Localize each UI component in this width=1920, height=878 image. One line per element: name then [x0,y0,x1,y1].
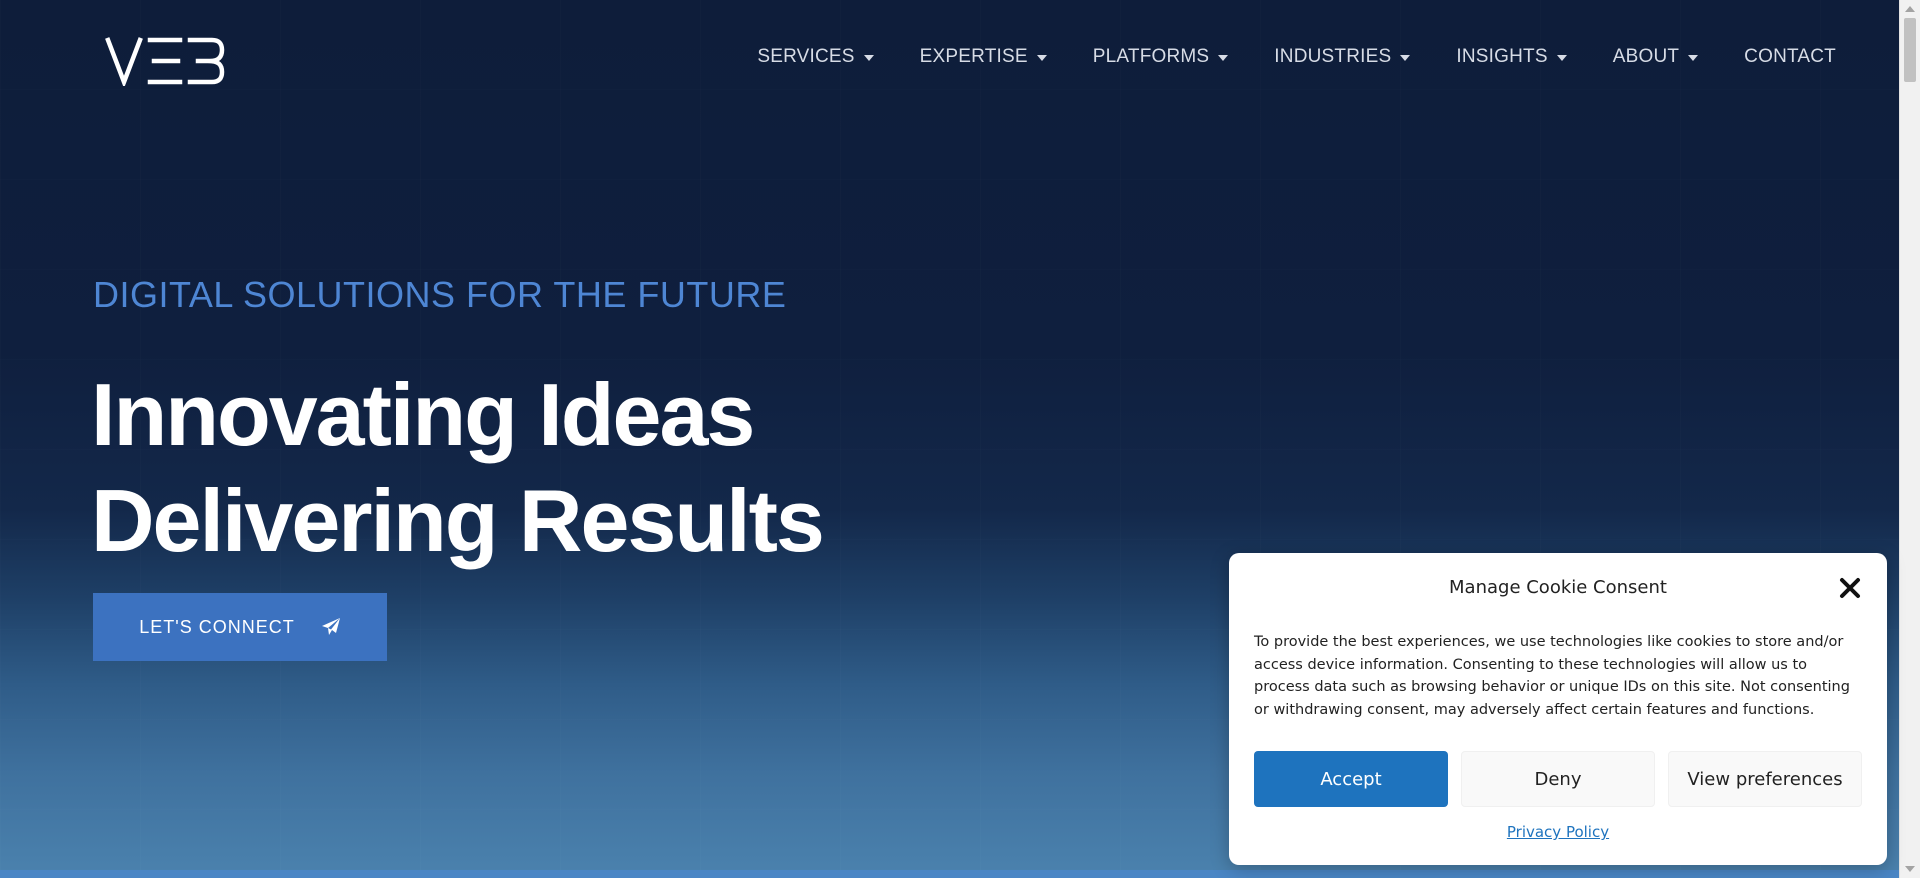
cookie-button-group: Accept Deny View preferences [1254,751,1862,807]
cookie-dialog-title: Manage Cookie Consent [1449,577,1667,598]
site-logo[interactable] [104,36,226,89]
hero-headline: Innovating Ideas Delivering Results [91,362,825,574]
nav-item-industries[interactable]: INDUSTRIES [1274,46,1411,68]
bottom-accent-strip [0,870,1900,878]
nav-item-about[interactable]: ABOUT [1612,46,1699,68]
view-preferences-button[interactable]: View preferences [1668,751,1862,807]
headline-line-1: Innovating Ideas [91,365,755,464]
page-scrollbar[interactable] [1899,0,1920,878]
nav-item-contact[interactable]: CONTACT [1744,46,1836,68]
scrollbar-thumb[interactable] [1904,18,1916,82]
nav-item-platforms[interactable]: PLATFORMS [1093,46,1229,68]
caret-down-icon [863,54,874,61]
headline-line-2: Delivering Results [91,471,825,570]
hero-eyebrow: DIGITAL SOLUTIONS FOR THE FUTURE [93,274,787,315]
nav-item-expertise[interactable]: EXPERTISE [920,46,1047,68]
cta-label: LET'S CONNECT [139,616,295,637]
caret-down-icon [1036,54,1047,61]
nav-item-insights[interactable]: INSIGHTS [1456,46,1567,68]
caret-down-icon [1556,54,1567,61]
scroll-down-icon[interactable] [1905,866,1915,872]
deny-button[interactable]: Deny [1461,751,1655,807]
nav-item-label: ABOUT [1612,46,1680,67]
nav-item-label: INSIGHTS [1456,46,1548,67]
scroll-up-icon[interactable] [1905,6,1915,12]
lets-connect-button[interactable]: LET'S CONNECT [93,593,387,661]
close-icon[interactable] [1837,575,1863,601]
privacy-policy-link[interactable]: Privacy Policy [1229,823,1887,841]
nav-item-label: EXPERTISE [919,46,1028,67]
accept-button[interactable]: Accept [1254,751,1448,807]
nav-item-label: SERVICES [757,46,855,67]
ve3-logo-icon [105,37,225,89]
viewport: SERVICES EXPERTISE PLATFORMS INDUSTRIES … [0,0,1920,878]
cookie-dialog-body: To provide the best experiences, we use … [1254,634,1850,718]
nav-item-label: CONTACT [1744,46,1836,67]
nav-item-label: PLATFORMS [1092,46,1210,67]
nav-item-label: INDUSTRIES [1274,46,1392,67]
caret-down-icon [1400,54,1411,61]
nav-item-services[interactable]: SERVICES [757,46,874,68]
cookie-consent-dialog: Manage Cookie Consent To provide the bes… [1229,553,1887,865]
main-nav: SERVICES EXPERTISE PLATFORMS INDUSTRIES … [711,46,1836,68]
caret-down-icon [1218,54,1229,61]
paper-plane-icon [321,618,340,635]
caret-down-icon [1688,54,1699,61]
